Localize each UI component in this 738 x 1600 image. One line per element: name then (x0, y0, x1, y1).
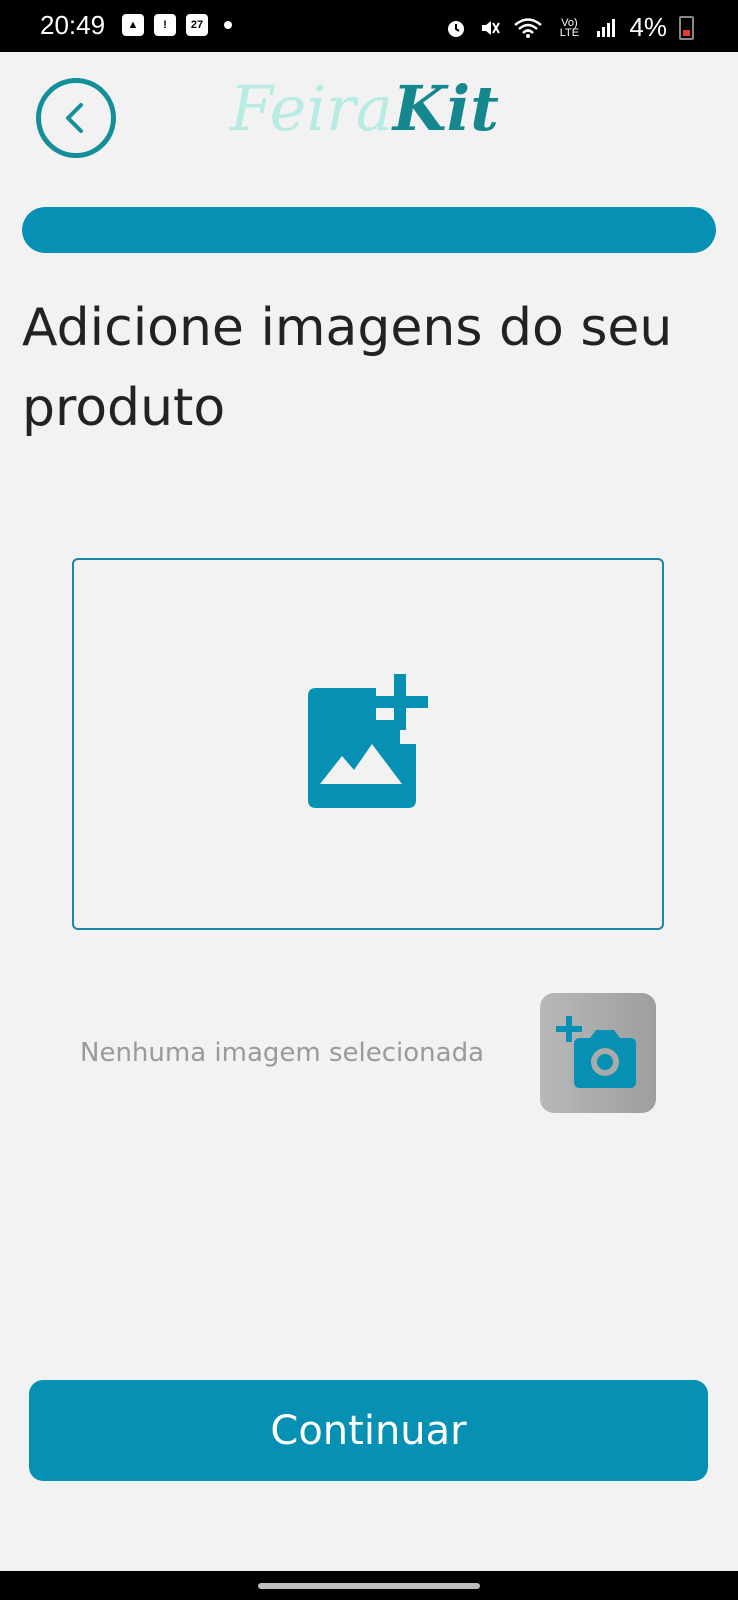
app-logo: Feira Kit (230, 72, 499, 152)
notification-icons: ▲ ! 27 (122, 14, 232, 36)
calendar-notification-icon: 27 (186, 14, 208, 36)
network-type-label: Vo) LTE (559, 16, 580, 39)
wifi-icon (514, 17, 543, 38)
battery-icon (679, 15, 694, 40)
more-notifications-dot-icon (224, 21, 232, 29)
chevron-left-icon (66, 103, 83, 133)
home-indicator[interactable] (258, 1583, 480, 1589)
gallery-notification-icon: ▲ (122, 14, 144, 36)
alert-notification-icon: ! (154, 14, 176, 36)
logo-text-feira: Feira (230, 72, 393, 145)
progress-fill (22, 207, 716, 253)
back-button[interactable] (36, 78, 116, 158)
mute-icon (482, 20, 501, 35)
image-picker-area[interactable] (72, 558, 664, 930)
continue-button[interactable]: Continuar (29, 1380, 708, 1481)
camera-button[interactable] (540, 993, 656, 1113)
status-bar: 20:49 ▲ ! 27 Vo) LTE 4% (0, 0, 738, 52)
battery-percent: 4% (629, 12, 667, 42)
navigation-bar (0, 1571, 738, 1600)
system-icons: Vo) LTE 4% (445, 12, 694, 43)
signal-icon (597, 18, 616, 37)
no-image-selected-text: Nenhuma imagem selecionada (80, 1038, 485, 1068)
add-photo-icon (308, 674, 428, 808)
progress-bar (22, 207, 716, 253)
logo-text-kit: Kit (392, 72, 499, 145)
page-title: Adicione imagens do seu produto (22, 298, 673, 438)
add-camera-icon (556, 1016, 636, 1088)
alarm-icon (448, 20, 465, 37)
status-time: 20:49 (40, 10, 106, 40)
